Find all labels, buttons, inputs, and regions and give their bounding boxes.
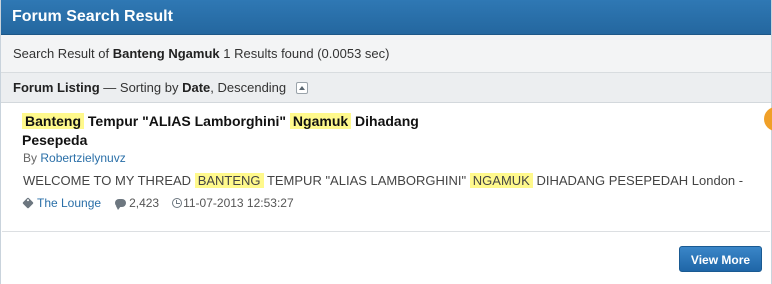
snippet-highlight: NGAMUK [469, 173, 533, 188]
title-highlight: Ngamuk [289, 113, 352, 129]
title-text: Dihadang [355, 113, 419, 129]
avatar [764, 107, 772, 131]
sort-order: , Descending [210, 80, 287, 95]
sort-prefix: — Sorting by [103, 80, 179, 95]
thread-title-link[interactable]: Banteng Tempur "ALIAS Lamborghini" Ngamu… [22, 112, 462, 150]
thread-author: By Robertzielynuvz [23, 151, 126, 165]
thread-snippet: WELCOME TO MY THREAD BANTENG TEMPUR "ALI… [23, 173, 743, 188]
panel-header: Forum Search Result [1, 0, 771, 35]
snippet-text: DIHADANG PESEPEDAH London - [536, 173, 744, 188]
author-prefix: By [23, 151, 38, 165]
sort-key: Date [182, 80, 211, 95]
search-query: Banteng Ngamuk [112, 46, 220, 61]
panel-title: Forum Search Result [12, 8, 173, 25]
search-result-item: Banteng Tempur "ALIAS Lamborghini" Ngamu… [2, 103, 772, 232]
title-text: Tempur "ALIAS Lamborghini" [87, 113, 287, 129]
snippet-text: TEMPUR "ALIAS LAMBORGHINI" [266, 173, 467, 188]
snippet-text: WELCOME TO MY THREAD [23, 173, 192, 188]
search-summary: Search Result of Banteng Ngamuk 1 Result… [1, 35, 771, 73]
clock-icon [172, 198, 183, 208]
forum-listing-bar: Forum Listing — Sorting by Date, Descend… [1, 73, 771, 103]
forum-link[interactable]: The Lounge [37, 196, 101, 210]
listing-title: Forum Listing [13, 80, 100, 95]
author-link[interactable]: Robertzielynuvz [40, 151, 125, 165]
comment-icon [115, 199, 127, 210]
reply-count: 2,423 [129, 196, 160, 210]
tag-icon [22, 197, 34, 209]
title-text: Pesepeda [22, 132, 88, 148]
summary-prefix: Search Result of [13, 46, 110, 61]
view-more-button[interactable]: View More [679, 246, 762, 272]
thread-timestamp: 11-07-2013 12:53:27 [183, 196, 294, 210]
thread-meta: The Lounge 2,423 11-07-2013 12:53:27 [22, 196, 294, 210]
search-result-panel: Forum Search Result Search Result of Ban… [0, 0, 772, 284]
title-highlight: Banteng [22, 113, 84, 129]
snippet-highlight: BANTENG [194, 173, 264, 188]
collapse-icon[interactable] [295, 81, 308, 94]
results-count: 1 Results found (0.0053 sec) [223, 46, 390, 61]
